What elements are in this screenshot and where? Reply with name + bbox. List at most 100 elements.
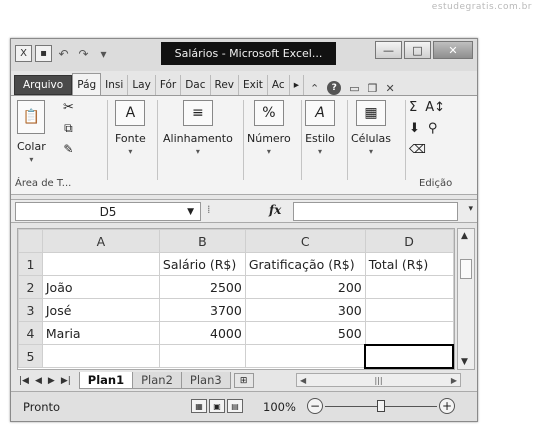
minimize-ribbon-icon[interactable]: ⌃ [310, 82, 319, 95]
normal-view-icon[interactable]: ▦ [191, 399, 207, 413]
page-break-view-icon[interactable]: ▤ [227, 399, 243, 413]
select-all-corner[interactable] [18, 229, 43, 253]
close-button[interactable]: ✕ [433, 41, 473, 59]
cell-a5[interactable] [41, 344, 160, 368]
alignment-group[interactable]: ≡ Alinhamento ▾ [163, 100, 233, 176]
page-layout-view-icon[interactable]: ▣ [209, 399, 225, 413]
zoom-knob[interactable] [377, 400, 385, 412]
horizontal-scrollbar[interactable]: ◀ ||| ▶ [296, 373, 461, 387]
cell-a3[interactable]: José [41, 298, 160, 322]
cell-b4[interactable]: 4000 [158, 321, 246, 345]
expand-formula-bar-icon[interactable]: ▾ [468, 204, 473, 214]
workbook-restore-icon[interactable]: ❐ [368, 82, 378, 95]
tab-layout[interactable]: Lay [128, 75, 156, 95]
font-group[interactable]: A Fonte ▾ [115, 100, 146, 176]
save-icon[interactable]: ▪ [35, 45, 52, 62]
tab-page[interactable]: Pág [72, 73, 102, 95]
styles-group[interactable]: A Estilo ▾ [305, 100, 335, 176]
find-select-icon[interactable]: ⚲ [428, 121, 438, 136]
row-header[interactable]: 4 [18, 321, 43, 345]
zoom-in-icon[interactable]: + [439, 398, 455, 414]
cell-d5-selected[interactable] [364, 343, 454, 369]
name-box[interactable]: D5 ▼ [15, 202, 201, 221]
paste-dropdown-icon[interactable]: ▾ [29, 155, 33, 164]
cell-b3[interactable]: 3700 [158, 298, 246, 322]
column-header-c[interactable]: C [244, 229, 366, 253]
cells-group[interactable]: ▦ Células ▾ [351, 100, 391, 176]
sort-filter-icon[interactable]: A↕ [425, 100, 445, 115]
cell-d1[interactable]: Total (R$) [364, 252, 454, 276]
cell-c3[interactable]: 300 [244, 298, 366, 322]
row-header[interactable]: 3 [18, 298, 43, 322]
tab-file[interactable]: Arquivo [14, 75, 73, 95]
scroll-left-icon[interactable]: ◀ [300, 376, 306, 385]
prev-sheet-icon[interactable]: ◀ [35, 376, 42, 386]
cell-b2[interactable]: 2500 [158, 275, 246, 299]
tabs-more-icon[interactable]: ▸ [290, 75, 304, 95]
tab-formulas[interactable]: Fór [156, 75, 182, 95]
zoom-level[interactable]: 100% [263, 400, 296, 414]
cell-a2[interactable]: João [41, 275, 160, 299]
cell-a4[interactable]: Maria [41, 321, 160, 345]
number-group[interactable]: % Número ▾ [247, 100, 291, 176]
cell-c1[interactable]: Gratificação (R$) [244, 252, 366, 276]
row-header[interactable]: 5 [18, 344, 43, 368]
zoom-out-icon[interactable]: − [307, 398, 323, 414]
minimize-button[interactable]: — [375, 41, 402, 59]
insert-function-icon[interactable]: fx [269, 203, 281, 217]
last-sheet-icon[interactable]: ▶| [61, 376, 71, 386]
workbook-close-icon[interactable]: ✕ [385, 82, 394, 95]
paste-icon[interactable]: 📋 [17, 100, 46, 134]
help-icon[interactable]: ? [327, 81, 342, 95]
vertical-scrollbar[interactable]: ▲ ▼ [457, 228, 475, 370]
formula-input[interactable] [293, 202, 458, 221]
cell-b5[interactable] [158, 344, 246, 368]
tab-data[interactable]: Dac [181, 75, 211, 95]
scroll-right-icon[interactable]: ▶ [451, 376, 457, 385]
clear-icon[interactable]: ⌫ [409, 142, 426, 156]
cell-d2[interactable] [364, 275, 454, 299]
title-bar: X ▪ ↶ ↷ ▾ Salários - Microsoft Excel... … [11, 39, 477, 71]
copy-icon[interactable]: ⧉ [64, 121, 73, 136]
scroll-thumb-grip[interactable]: ||| [374, 376, 382, 385]
tab-view[interactable]: Exit [239, 75, 268, 95]
paste-button[interactable]: Colar [17, 140, 46, 153]
format-painter-icon[interactable]: ✎ [63, 142, 73, 156]
expand-handle-icon[interactable]: ⁞ [207, 203, 211, 216]
cell-a1[interactable] [41, 252, 160, 276]
insert-sheet-icon[interactable]: ⊞ [233, 373, 254, 388]
sheet-tab-plan3[interactable]: Plan3 [180, 372, 231, 389]
cell-d4[interactable] [364, 321, 454, 345]
autosum-icon[interactable]: Σ [409, 100, 417, 115]
tab-addins[interactable]: Ac [268, 75, 290, 95]
cell-d3[interactable] [364, 298, 454, 322]
sheet-tab-plan2[interactable]: Plan2 [132, 372, 182, 389]
redo-icon[interactable]: ↷ [75, 45, 92, 62]
first-sheet-icon[interactable]: |◀ [19, 376, 29, 386]
cell-c5[interactable] [244, 344, 366, 368]
column-header-a[interactable]: A [41, 229, 160, 253]
next-sheet-icon[interactable]: ▶ [48, 376, 55, 386]
row-header[interactable]: 2 [18, 275, 43, 299]
zoom-slider[interactable]: − + [307, 398, 455, 416]
sheet-tab-plan1[interactable]: Plan1 [78, 372, 134, 389]
fill-icon[interactable]: ⬇ [409, 121, 420, 136]
cell-b1[interactable]: Salário (R$) [158, 252, 246, 276]
cell-c2[interactable]: 200 [244, 275, 366, 299]
workbook-minimize-icon[interactable]: ▭ [349, 82, 359, 95]
column-header-b[interactable]: B [158, 229, 246, 253]
undo-icon[interactable]: ↶ [55, 45, 72, 62]
column-header-d[interactable]: D [364, 229, 454, 253]
excel-icon[interactable]: X [15, 45, 32, 62]
scroll-up-icon[interactable]: ▲ [461, 231, 468, 241]
scroll-down-icon[interactable]: ▼ [461, 357, 468, 367]
chevron-down-icon[interactable]: ▼ [187, 207, 194, 217]
row-header[interactable]: 1 [18, 252, 43, 276]
tab-review[interactable]: Rev [211, 75, 240, 95]
cut-icon[interactable]: ✂ [63, 100, 74, 115]
customize-qat-icon[interactable]: ▾ [95, 45, 112, 62]
tab-insert[interactable]: Insi [101, 75, 129, 95]
scroll-thumb[interactable] [460, 259, 472, 279]
maximize-button[interactable]: □ [404, 41, 431, 59]
cell-c4[interactable]: 500 [244, 321, 366, 345]
